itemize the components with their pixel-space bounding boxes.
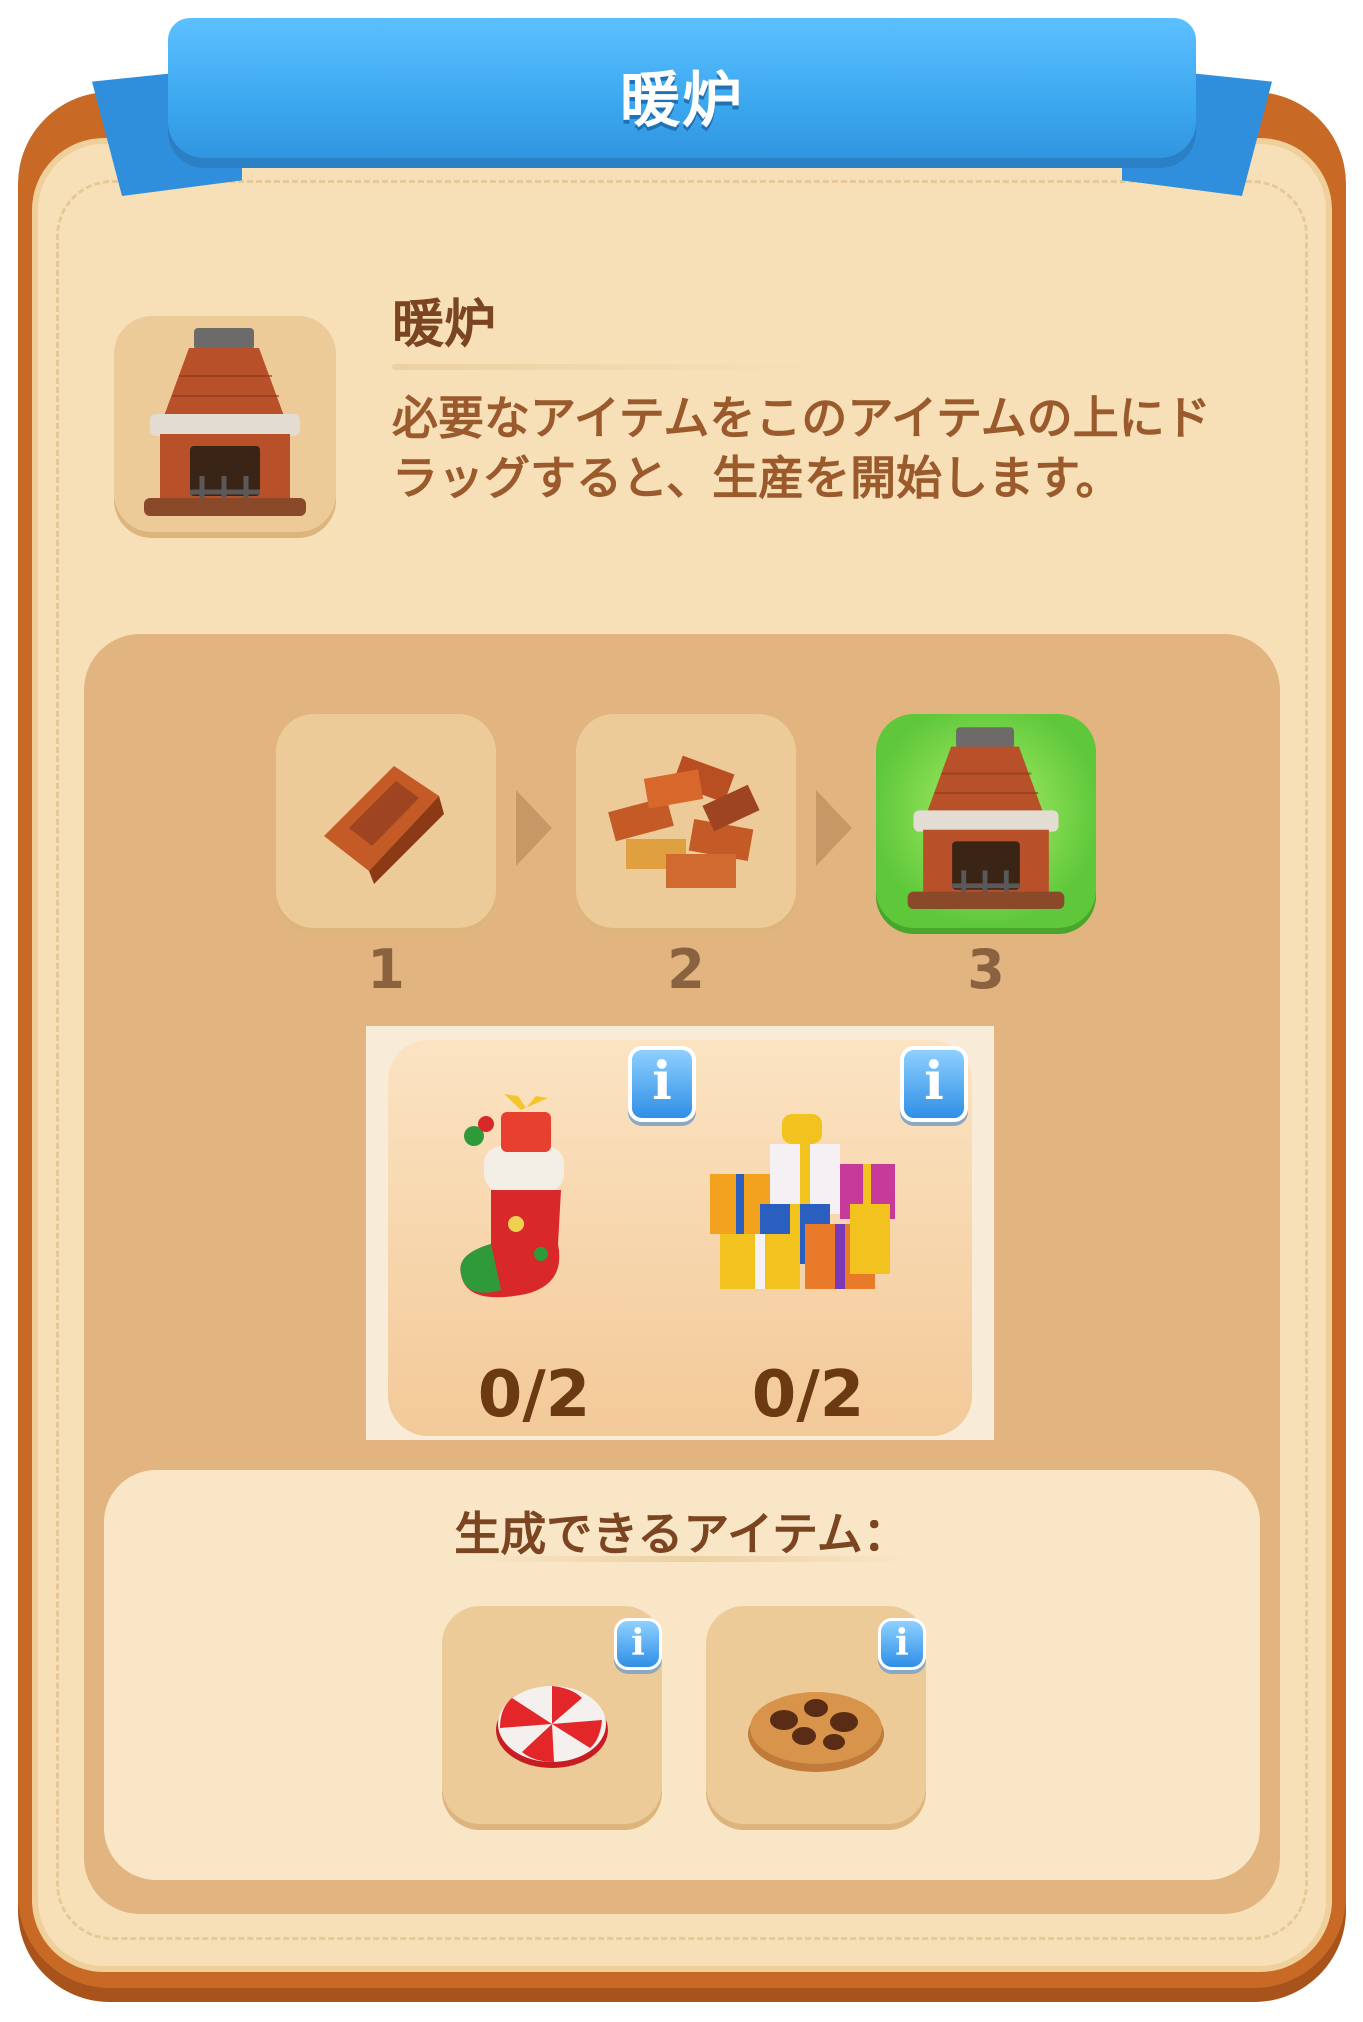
requirement-1-info-button[interactable]: i [628, 1046, 696, 1122]
item-description-line1: 必要なアイテムをこのアイテムの上にド [392, 391, 1211, 445]
item-description-line2: ラッグすると、生産を開始します。 [392, 451, 1122, 505]
item-icon-frame [114, 316, 336, 538]
dialog-title: 暖炉 [620, 66, 744, 136]
generates-title-underline [470, 1556, 910, 1562]
stage-2-level: 2 [667, 938, 705, 1001]
brick-icon [324, 766, 444, 884]
christmas-stocking-icon [460, 1094, 564, 1298]
stage-2-slot[interactable] [576, 714, 796, 934]
chocolate-cookie-icon [748, 1692, 884, 1772]
generates-title: 生成できるアイテム： [454, 1507, 909, 1561]
item-name-underline [392, 364, 822, 370]
fireplace-icon [144, 328, 306, 516]
generated-item-1-info-button[interactable]: i [614, 1618, 662, 1670]
generated-item-2-info-button[interactable]: i [878, 1618, 926, 1670]
brick-pile-icon [608, 755, 760, 888]
stage-3-level: 3 [967, 938, 1005, 1001]
requirement-2-progress: 0/2 [751, 1358, 865, 1432]
stage-1-level: 1 [367, 938, 405, 1001]
fireplace-icon [907, 727, 1065, 910]
header-ribbon: 暖炉 [168, 18, 1196, 168]
stage-arrow-2 [816, 790, 852, 866]
stage-arrow-1 [516, 790, 552, 866]
stage-3-slot[interactable] [876, 714, 1096, 934]
stage-1-slot[interactable] [276, 714, 496, 934]
gift-boxes-icon [710, 1114, 895, 1289]
peppermint-candy-icon [496, 1686, 608, 1768]
item-name: 暖炉 [392, 295, 497, 355]
requirement-1-progress: 0/2 [477, 1358, 591, 1432]
requirement-2-info-button[interactable]: i [900, 1046, 968, 1122]
item-description: 必要なアイテムをこのアイテムの上にド ラッグすると、生産を開始します。 [392, 388, 1292, 508]
